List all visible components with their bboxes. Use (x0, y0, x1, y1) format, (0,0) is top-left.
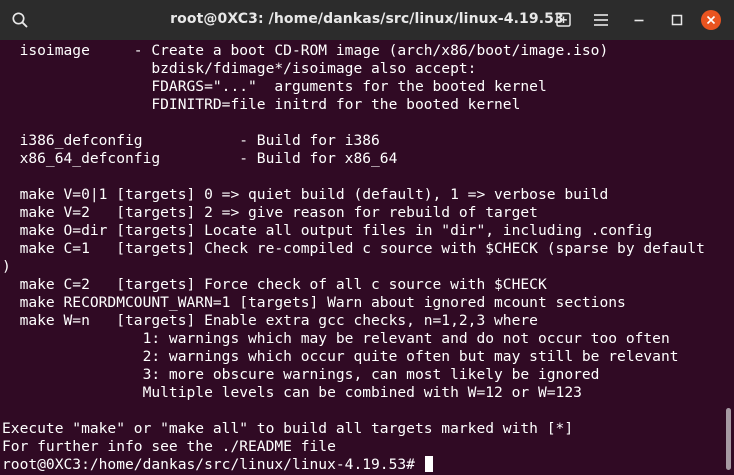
maximize-icon[interactable] (666, 9, 688, 31)
shell-prompt-line[interactable]: root@0XC3:/home/dankas/src/linux/linux-4… (2, 456, 433, 474)
terminal-line: make C=1 [targets] Check re-compiled c s… (2, 240, 705, 257)
terminal-line: i386_defconfig - Build for i386 (2, 132, 380, 149)
terminal-output[interactable]: isoimage - Create a boot CD-ROM image (a… (0, 40, 722, 475)
window-title: root@0XC3: /home/dankas/src/linux/linux-… (170, 11, 564, 27)
terminal-line: 2: warnings which occur quite often but … (2, 348, 679, 365)
menu-icon[interactable] (590, 9, 612, 31)
terminal-line: make C=2 [targets] Force check of all c … (2, 276, 547, 293)
scrollbar[interactable] (722, 40, 734, 475)
terminal-line: make RECORDMCOUNT_WARN=1 [targets] Warn … (2, 294, 626, 311)
terminal-line: For further info see the ./README file (2, 438, 336, 455)
terminal-line: make V=2 [targets] 2 => give reason for … (2, 204, 538, 221)
close-button[interactable] (701, 10, 721, 30)
shell-prompt: root@0XC3:/home/dankas/src/linux/linux-4… (2, 456, 424, 473)
terminal-line: FDARGS="..." arguments for the booted ke… (2, 78, 547, 95)
title-bar[interactable]: root@0XC3: /home/dankas/src/linux/linux-… (0, 0, 734, 40)
terminal-line: Multiple levels can be combined with W=1… (2, 384, 582, 401)
terminal-line: 1: warnings which may be relevant and do… (2, 330, 670, 347)
close-icon (706, 15, 716, 25)
minimize-icon[interactable] (628, 9, 650, 31)
terminal-line: make W=n [targets] Enable extra gcc chec… (2, 312, 538, 329)
scrollbar-thumb[interactable] (726, 408, 731, 470)
terminal-line: make O=dir [targets] Locate all output f… (2, 222, 653, 239)
new-tab-icon[interactable] (553, 9, 575, 31)
terminal-line: make V=0|1 [targets] 0 => quiet build (d… (2, 186, 609, 203)
terminal-line: ) (2, 258, 11, 275)
terminal-line: FDINITRD=file initrd for the booted kern… (2, 96, 521, 113)
terminal-line: x86_64_defconfig - Build for x86_64 (2, 150, 398, 167)
terminal-line: 3: more obscure warnings, can most likel… (2, 366, 600, 383)
terminal-line: isoimage - Create a boot CD-ROM image (a… (2, 42, 609, 59)
terminal-line: Execute "make" or "make all" to build al… (2, 420, 574, 437)
text-cursor (424, 456, 433, 472)
terminal-window: root@0XC3: /home/dankas/src/linux/linux-… (0, 0, 734, 475)
terminal-line: bzdisk/fdimage*/isoimage also accept: (2, 60, 477, 77)
